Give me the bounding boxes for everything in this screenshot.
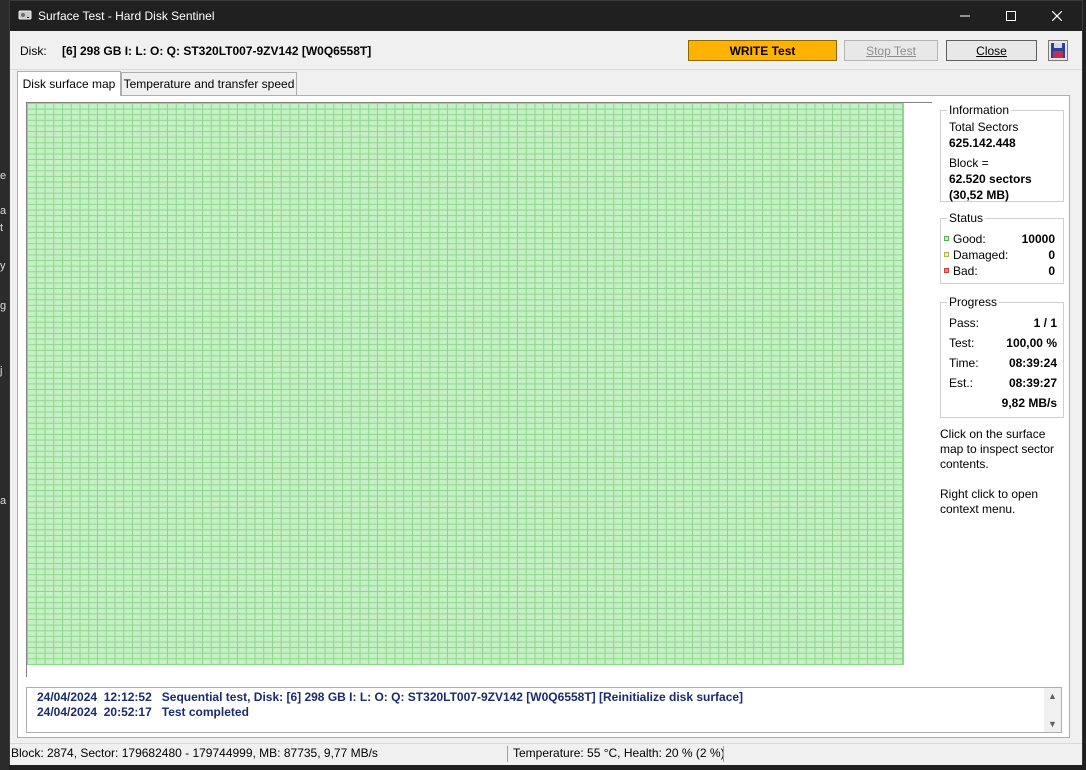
- scroll-up-icon[interactable]: ▲: [1048, 691, 1057, 701]
- maximize-button[interactable]: [988, 1, 1034, 31]
- disk-value: [6] 298 GB I: L: O: Q: ST320LT007-9ZV142…: [62, 44, 372, 58]
- save-icon[interactable]: [1048, 40, 1068, 61]
- status-bar: Block: 2874, Sector: 179682480 - 1797449…: [10, 743, 1082, 765]
- background-window-strip: e a t y g j a: [0, 0, 9, 770]
- close-button[interactable]: Close: [946, 40, 1037, 61]
- good-count: 10000: [1021, 232, 1055, 246]
- time-row: Time: 08:39:24: [949, 356, 1057, 372]
- pass-row: Pass: 1 / 1: [949, 316, 1057, 332]
- minimize-icon: [960, 15, 970, 17]
- test-log[interactable]: 24/04/2024 12:12:52 Sequential test, Dis…: [26, 687, 1062, 733]
- speed-value: 9,82 MB/s: [1001, 396, 1057, 410]
- toolbar: Disk: [6] 298 GB I: L: O: Q: ST320LT007-…: [10, 31, 1082, 70]
- est-row: Est.: 08:39:27: [949, 376, 1057, 392]
- minimize-button[interactable]: [942, 1, 988, 31]
- test-value: 100,00 %: [1006, 336, 1057, 350]
- click-hint: Click on the surface map to inspect sect…: [940, 427, 1055, 471]
- pass-label: Pass:: [949, 316, 980, 330]
- statusbar-temperature-health: Temperature: 55 °C, Health: 20 % (2 %): [513, 746, 725, 760]
- total-sectors-value: 625.142.448: [949, 136, 1016, 150]
- information-group: Information Total Sectors 625.142.448 Bl…: [940, 103, 1064, 202]
- good-label: Good:: [953, 232, 986, 246]
- background-text-fragment: j: [0, 365, 3, 377]
- maximize-icon: [1006, 11, 1016, 21]
- good-legend-square: [944, 236, 949, 241]
- pass-value: 1 / 1: [1033, 316, 1057, 330]
- stop-test-button[interactable]: Stop Test: [844, 40, 938, 61]
- progress-title: Progress: [947, 295, 1000, 309]
- damaged-label: Damaged:: [953, 248, 1009, 262]
- damaged-count: 0: [1048, 248, 1055, 262]
- status-group: Status Good: 10000 Damaged: 0 Bad: 0: [940, 211, 1064, 284]
- est-value: 08:39:27: [1008, 376, 1057, 390]
- test-row: Test: 100,00 %: [949, 336, 1057, 352]
- window-title: Surface Test - Hard Disk Sentinel: [38, 9, 215, 23]
- statusbar-divider: [723, 746, 724, 762]
- information-title: Information: [947, 103, 1012, 117]
- status-damaged-row: Damaged: 0: [944, 248, 1055, 264]
- close-window-button[interactable]: [1034, 1, 1080, 31]
- block-label: Block =: [949, 156, 989, 170]
- time-label: Time:: [949, 356, 979, 370]
- total-sectors-label: Total Sectors: [949, 120, 1019, 134]
- background-text-fragment: g: [0, 300, 7, 312]
- background-text-fragment: e: [0, 170, 7, 182]
- speed-row: 9,82 MB/s: [949, 396, 1057, 412]
- close-icon: [1052, 11, 1062, 21]
- surface-map[interactable]: [26, 102, 932, 677]
- statusbar-block-info: Block: 2874, Sector: 179682480 - 1797449…: [11, 746, 378, 760]
- progress-group: Progress Pass: 1 / 1 Test: 100,00 % Time…: [940, 295, 1064, 418]
- title-bar[interactable]: Surface Test - Hard Disk Sentinel: [10, 1, 1082, 31]
- disk-label: Disk:: [20, 44, 47, 58]
- hard-disk-icon: [18, 10, 32, 20]
- log-line: 24/04/2024 20:52:17 Test completed: [37, 705, 249, 719]
- right-click-hint: Right click to open context menu.: [940, 487, 1039, 516]
- surface-map-panel: Information Total Sectors 625.142.448 Bl…: [17, 95, 1070, 738]
- time-value: 08:39:24: [1008, 356, 1057, 370]
- tab-disk-surface-map[interactable]: Disk surface map: [17, 71, 121, 96]
- status-bad-row: Bad: 0: [944, 264, 1055, 280]
- status-good-row: Good: 10000: [944, 232, 1055, 248]
- write-test-button[interactable]: WRITE Test: [688, 40, 837, 61]
- statusbar-divider: [507, 746, 508, 762]
- log-line: 24/04/2024 12:12:52 Sequential test, Dis…: [37, 690, 744, 704]
- scroll-down-icon[interactable]: ▼: [1048, 719, 1057, 729]
- background-text-fragment: a: [0, 205, 7, 217]
- background-text-fragment: a: [0, 495, 7, 507]
- test-label: Test:: [949, 336, 975, 350]
- surface-map-grid[interactable]: [27, 103, 904, 665]
- bad-legend-square: [944, 268, 949, 273]
- bad-count: 0: [1048, 264, 1055, 278]
- bad-label: Bad:: [953, 264, 978, 278]
- block-sectors-value: 62.520 sectors: [949, 172, 1032, 186]
- damaged-legend-square: [944, 252, 949, 257]
- background-text-fragment: y: [0, 260, 6, 272]
- tab-temperature-transfer-speed[interactable]: Temperature and transfer speed: [121, 72, 297, 95]
- status-title: Status: [947, 211, 986, 225]
- block-size-value: (30,52 MB): [949, 188, 1010, 202]
- background-text-fragment: t: [0, 222, 4, 234]
- log-scrollbar[interactable]: ▲ ▼: [1044, 688, 1061, 732]
- est-label: Est.:: [949, 376, 974, 390]
- surface-test-window: Surface Test - Hard Disk Sentinel Disk: …: [9, 0, 1083, 765]
